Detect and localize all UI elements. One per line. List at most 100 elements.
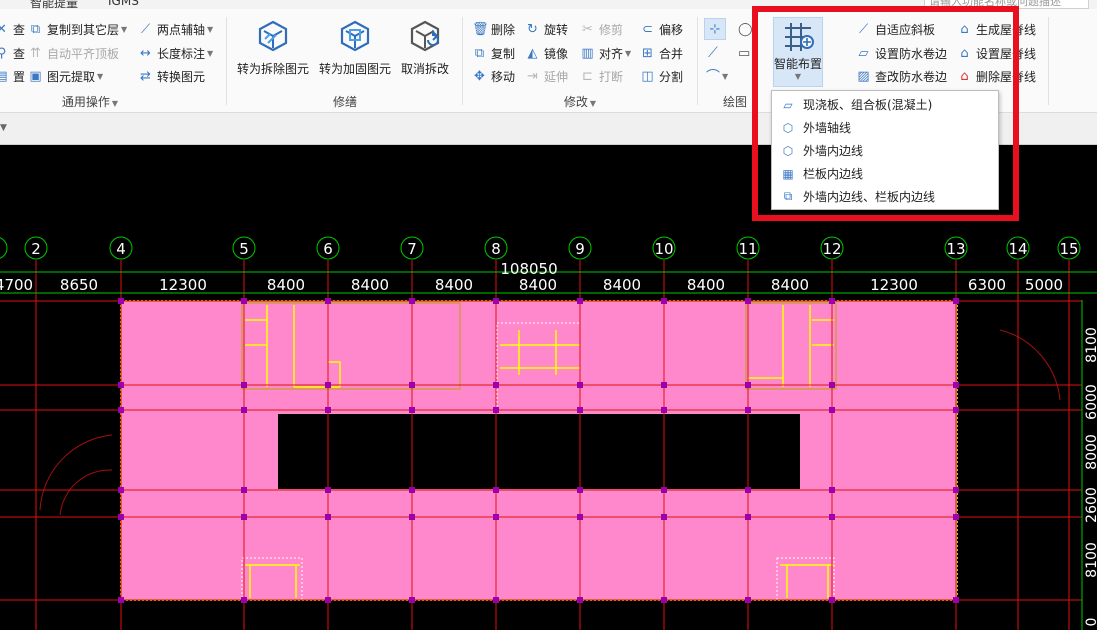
menu-item-wall-and-parapet-inner-edge[interactable]: ⧉ 外墙内边线、栏板内边线 <box>772 185 998 208</box>
delete-ridge-button[interactable]: ⌂ 删除屋脊线 <box>957 66 1036 86</box>
trim-button[interactable]: ✂ 修剪 <box>580 19 623 39</box>
grid-node <box>829 407 835 413</box>
grid-node <box>829 514 835 520</box>
chevron-down-icon[interactable]: ▼ <box>0 123 7 133</box>
set-waterproof-edge-button[interactable]: ▱ 设置防水卷边 <box>856 43 948 63</box>
length-dimension-button[interactable]: ↔ 长度标注 ▼ <box>138 43 213 63</box>
break-button[interactable]: ⊏ 打断 <box>580 66 623 86</box>
element-extract-button[interactable]: ▣ 图元提取 ▼ <box>28 66 103 86</box>
axis-bubble: 11 <box>736 236 760 260</box>
auto-align-top-button[interactable]: ⇈ 自动平齐顶板 <box>28 43 119 63</box>
search-icon: ✕ <box>0 21 7 37</box>
split-button[interactable]: ◫ 分割 <box>640 66 683 86</box>
dimension-label: 4700 <box>0 276 33 294</box>
grid-node <box>409 597 415 603</box>
slab-icon: ▱ <box>783 97 793 112</box>
dimension-label: 6000 <box>1084 384 1097 420</box>
convert-to-demolish-button[interactable]: 转为拆除图元 <box>233 17 313 77</box>
extend-button[interactable]: ⇥ 延伸 <box>525 66 568 86</box>
dimension-labels: 4700 8650 12300 8400 8400 8400 8400 8400 8400 840… <box>0 276 1063 294</box>
merge-button[interactable]: ⊞ 合并 <box>640 43 683 63</box>
rotate-button[interactable]: ↻ 旋转 <box>525 19 568 39</box>
move-button[interactable]: ✥ 移动 <box>472 66 515 86</box>
draw-rect-button[interactable]: ▭ <box>738 43 750 63</box>
draw-circle-button[interactable]: ◯ <box>738 19 753 39</box>
delete-icon: 🗑 <box>472 21 489 37</box>
convert-icon: ⇄ <box>140 68 151 84</box>
axis-icon: ⟋ <box>140 21 151 37</box>
set-ridge-button[interactable]: ⌂ 设置屋脊线 <box>957 43 1036 63</box>
grid-node <box>829 298 835 304</box>
atrium-opening <box>278 414 800 489</box>
menu-item-outer-wall-inner-edge[interactable]: ⬡ 外墙内边线 <box>772 139 998 162</box>
adaptive-slope-slab-button[interactable]: ⟋ 自适应斜板 <box>856 19 935 39</box>
axis-number: 12 <box>822 240 841 258</box>
grid-node <box>241 407 247 413</box>
partial-button-1[interactable]: ✕ 查 <box>0 19 25 39</box>
slope-slab-icon: ⟋ <box>858 21 869 37</box>
divider <box>697 17 698 105</box>
axis-bubble: 6 <box>316 236 340 260</box>
axis-number: 7 <box>407 240 417 258</box>
two-point-axis-button[interactable]: ⟋ 两点辅轴 ▼ <box>138 19 213 39</box>
smart-layout-button[interactable]: 智能布置 ▼ <box>773 17 823 87</box>
grid-node <box>953 487 959 493</box>
grid-node <box>325 514 331 520</box>
mirror-icon: ◭ <box>527 45 538 61</box>
grid-node <box>829 487 835 493</box>
grid-node <box>953 514 959 520</box>
axis-number: 10 <box>654 240 673 258</box>
drawing-canvas[interactable]: 2 4 5 6 7 8 9 10 11 12 13 14 15 4700 8650 12300 8400 840… <box>0 145 1097 630</box>
copy-to-other-layer-button[interactable]: ⧉ 复制到其它层 ▼ <box>28 19 127 39</box>
check-waterproof-edge-button[interactable]: ▨ 查改防水卷边 <box>856 66 947 86</box>
rotate-icon: ↻ <box>527 21 538 37</box>
move-icon: ✥ <box>474 68 485 84</box>
menu-item-cast-slab[interactable]: ▱ 现浇板、组合板(混凝土) <box>772 93 998 116</box>
tab-smart-quantity[interactable]: 智能提量 <box>30 0 78 9</box>
trim-icon: ✂ <box>582 21 593 37</box>
partial-button-2[interactable]: ⚲ 查 <box>0 43 25 63</box>
dimension-label: 12300 <box>870 276 918 294</box>
grid-node <box>325 382 331 388</box>
divider <box>1048 17 1049 105</box>
partial-button-3[interactable]: ▤ 置 <box>0 66 25 86</box>
axis-bubble: 5 <box>232 236 256 260</box>
draw-line-button[interactable]: ⟋ <box>708 43 718 63</box>
convert-to-reinforce-button[interactable]: 转为加固图元 <box>315 17 395 77</box>
convert-element-button[interactable]: ⇄ 转换图元 <box>138 66 205 86</box>
offset-button[interactable]: ⊂ 偏移 <box>640 19 683 39</box>
draw-point-button[interactable]: ⊹ <box>704 18 726 40</box>
generate-ridge-button[interactable]: ⌂ 生成屋脊线 <box>957 19 1036 39</box>
axis-bubble: 8 <box>484 236 508 260</box>
cancel-renovate-button[interactable]: 取消拆改 <box>385 17 465 77</box>
grid-node <box>241 487 247 493</box>
floor-plan-drawing[interactable]: 2 4 5 6 7 8 9 10 11 12 13 14 15 4700 8650 12300 8400 840… <box>0 145 1097 630</box>
grid-node <box>661 487 667 493</box>
right-dimension-labels: 8100 6000 8000 2600 8100 0 <box>1084 327 1097 626</box>
axis-bubble: 2 <box>24 236 48 260</box>
group-label-draw: 绘图 <box>722 95 747 109</box>
align-button[interactable]: ▥ 对齐 ▼ <box>580 43 631 63</box>
grid-node <box>325 298 331 304</box>
menu-item-parapet-inner-edge[interactable]: ▦ 栏板内边线 <box>772 162 998 185</box>
copy-button[interactable]: ⧉ 复制 <box>472 43 515 63</box>
grid-node <box>661 298 667 304</box>
chevron-down-icon: ▼ <box>794 72 802 81</box>
tab-igms[interactable]: IGMS <box>108 0 139 8</box>
search-input[interactable]: 请输入功能名称或问题描述 <box>924 0 1089 9</box>
mirror-button[interactable]: ◭ 镜像 <box>525 43 569 63</box>
crosshair-icon: ⊹ <box>709 21 721 37</box>
grid-node <box>409 514 415 520</box>
dimension-icon: ↔ <box>140 45 151 61</box>
grid-node <box>118 487 124 493</box>
draw-arc-button[interactable]: ⌒ ▼ <box>706 66 728 86</box>
grid-node <box>493 298 499 304</box>
wall-parapet-icon: ⧉ <box>783 189 793 203</box>
grid-node <box>577 298 583 304</box>
extract-icon: ▣ <box>29 68 42 84</box>
grid-node <box>577 597 583 603</box>
delete-button[interactable]: 🗑 删除 <box>472 19 515 39</box>
menu-item-outer-wall-axis[interactable]: ⬡ 外墙轴线 <box>772 116 998 139</box>
title-bar: 智能提量 IGMS 请输入功能名称或问题描述 <box>0 0 1097 9</box>
waterproof-icon: ▱ <box>858 45 869 61</box>
